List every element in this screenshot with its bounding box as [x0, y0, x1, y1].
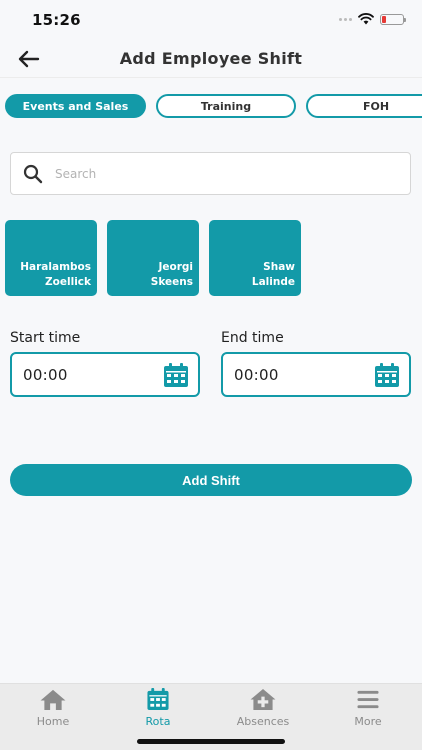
- add-shift-button[interactable]: Add Shift: [10, 464, 412, 496]
- employee-card[interactable]: Jeorgi Skeens: [107, 220, 199, 296]
- calendar-icon: [147, 688, 169, 711]
- tab-events-and-sales[interactable]: Events and Sales: [5, 94, 146, 118]
- nav-item-absences[interactable]: Absences: [223, 688, 303, 728]
- tab-foh[interactable]: FOH: [306, 94, 422, 118]
- nav-label: Absences: [236, 715, 290, 728]
- menu-icon: [357, 690, 379, 709]
- medical-house-icon: [250, 688, 276, 711]
- end-time-value: 00:00: [234, 365, 279, 384]
- department-tabs: Events and Sales Training FOH: [5, 94, 422, 118]
- start-time-value: 00:00: [23, 365, 68, 384]
- end-time-field[interactable]: 00:00: [221, 352, 411, 397]
- tab-training[interactable]: Training: [156, 94, 296, 118]
- wifi-icon: [358, 13, 374, 25]
- calendar-icon[interactable]: [162, 361, 190, 389]
- nav-label: More: [354, 715, 382, 728]
- home-indicator: [137, 739, 285, 744]
- calendar-icon[interactable]: [373, 361, 401, 389]
- nav-item-home[interactable]: Home: [13, 688, 93, 728]
- header: Add Employee Shift: [0, 40, 422, 78]
- employee-first-name: Haralambos: [20, 261, 91, 273]
- employee-card[interactable]: Shaw Lalinde: [209, 220, 301, 296]
- nav-item-rota[interactable]: Rota: [118, 688, 198, 728]
- status-time: 15:26: [32, 11, 81, 29]
- employee-last-name: Zoellick: [45, 276, 91, 288]
- search-box[interactable]: [10, 152, 411, 195]
- nav-item-more[interactable]: More: [328, 688, 408, 728]
- search-input[interactable]: [55, 166, 395, 181]
- employee-card[interactable]: Haralambos Zoellick: [5, 220, 97, 296]
- search-icon: [23, 164, 43, 183]
- end-time-label: End time: [221, 330, 284, 346]
- status-bar: 15:26: [0, 0, 422, 40]
- status-icons: [339, 13, 406, 25]
- employee-last-name: Skeens: [150, 276, 193, 288]
- signal-icon: [339, 17, 352, 21]
- home-icon: [40, 689, 66, 711]
- employee-first-name: Shaw: [263, 261, 295, 273]
- employee-first-name: Jeorgi: [158, 261, 193, 273]
- start-time-field[interactable]: 00:00: [10, 352, 200, 397]
- page-title: Add Employee Shift: [119, 49, 303, 68]
- nav-label: Rota: [145, 715, 171, 728]
- start-time-label: Start time: [10, 330, 81, 346]
- battery-icon: [380, 13, 406, 25]
- employee-last-name: Lalinde: [251, 276, 295, 288]
- nav-label: Home: [36, 715, 70, 728]
